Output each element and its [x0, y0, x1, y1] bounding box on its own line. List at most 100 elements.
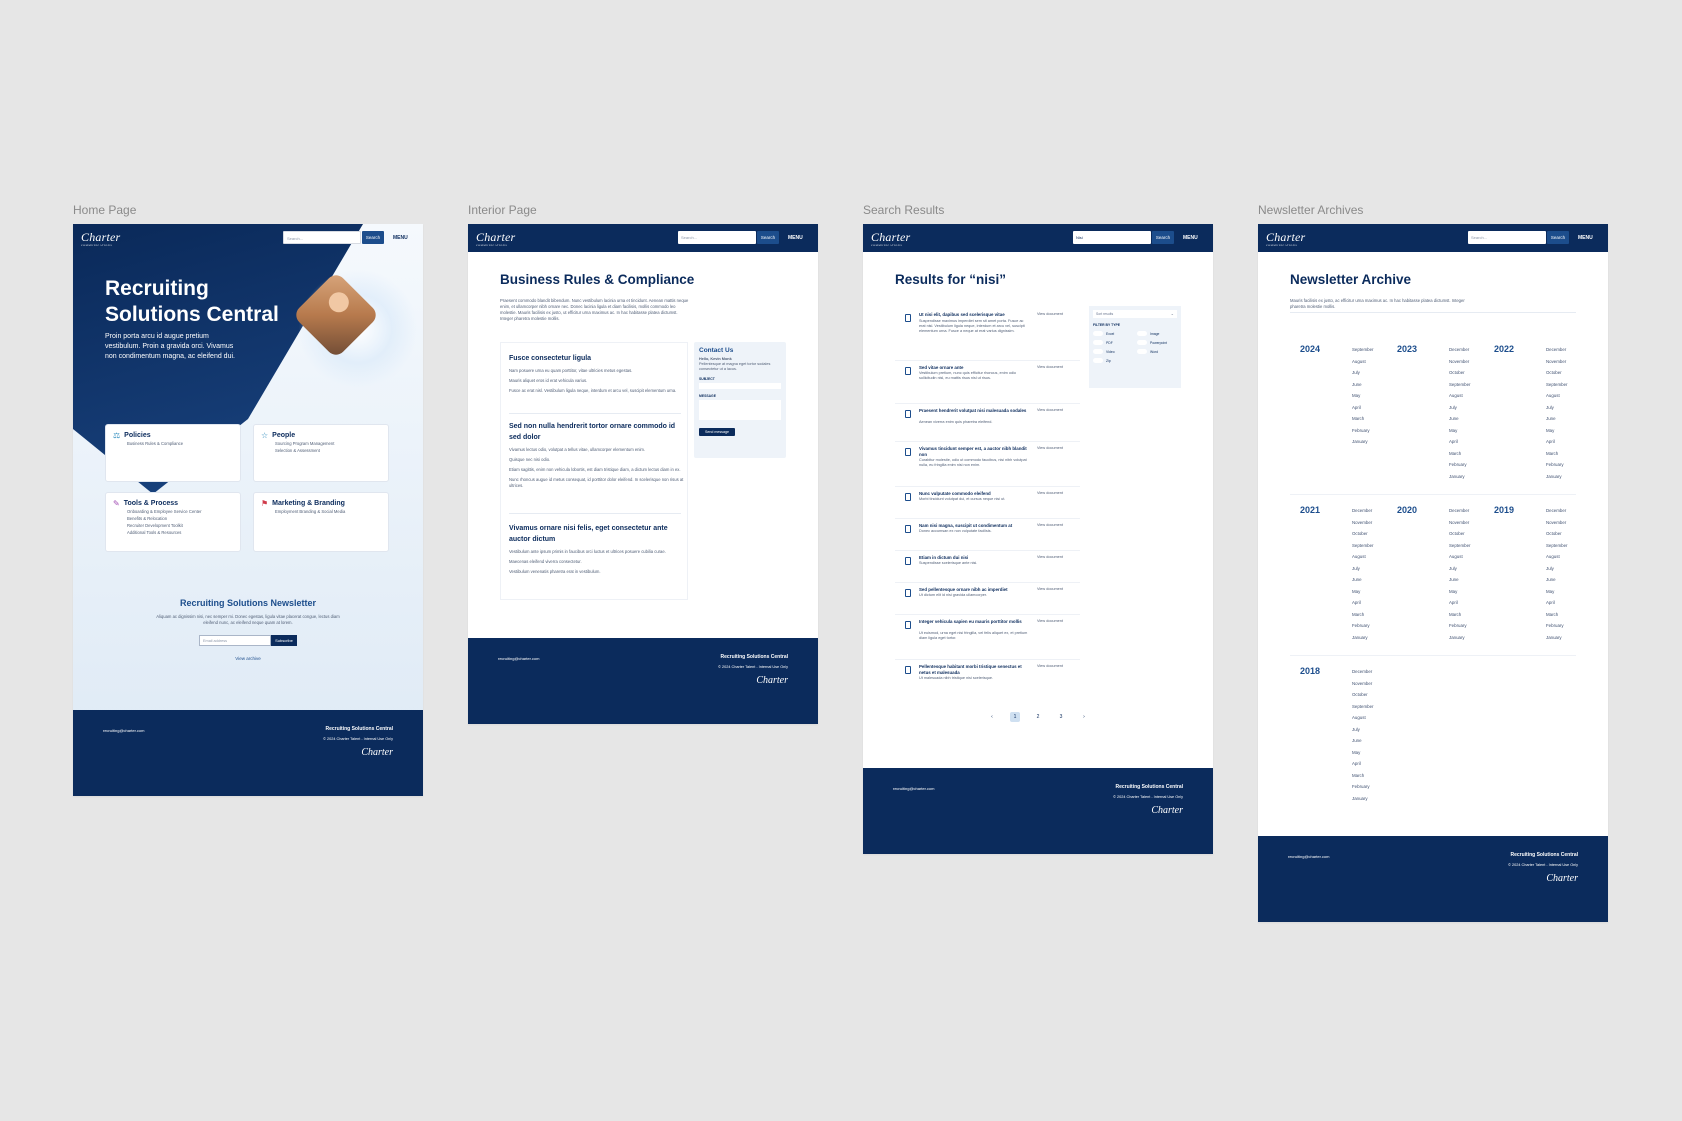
archive-month-link[interactable]: June — [1352, 735, 1373, 747]
result-title[interactable]: Nunc vulputate commodo eleifend — [919, 491, 1031, 497]
archive-month-link[interactable]: April — [1546, 597, 1567, 609]
card-link[interactable]: Recruiter Development Toolkit — [127, 522, 233, 529]
archive-month-link[interactable]: April — [1352, 402, 1373, 414]
archive-month-link[interactable]: January — [1449, 471, 1470, 483]
archive-month-link[interactable]: February — [1449, 459, 1470, 471]
archive-month-link[interactable]: October — [1449, 528, 1470, 540]
charter-logo[interactable]: Charter COMMUNICATIONS — [1266, 230, 1305, 247]
archive-month-link[interactable]: September — [1352, 701, 1373, 713]
archive-month-link[interactable]: February — [1352, 425, 1373, 437]
toggle-switch[interactable] — [1137, 349, 1147, 354]
result-title[interactable]: Ut nisi elit, dapibus sed scelerisque vi… — [919, 312, 1031, 318]
archive-month-link[interactable]: December — [1449, 344, 1470, 356]
card-marketing-branding[interactable]: ⚑ Marketing & Branding Employment Brandin… — [253, 492, 389, 552]
result-title[interactable]: Etiam in dictum dui nisi — [919, 555, 1031, 561]
filter-toggle[interactable]: Word — [1137, 349, 1177, 354]
archive-month-link[interactable]: June — [1352, 379, 1373, 391]
menu-button[interactable]: MENU — [1578, 235, 1593, 241]
filter-toggle[interactable]: Excel — [1093, 331, 1133, 336]
subscribe-button[interactable]: Subscribe — [271, 635, 297, 646]
archive-month-link[interactable]: March — [1352, 413, 1373, 425]
archive-month-link[interactable]: November — [1352, 517, 1373, 529]
archive-month-link[interactable]: March — [1546, 448, 1567, 460]
toggle-switch[interactable] — [1093, 349, 1103, 354]
card-tools-process[interactable]: ✎ Tools & Process Onboarding & Employee S… — [105, 492, 241, 552]
result-item[interactable]: Nam nisi magna, suscipit ut condimentum … — [895, 519, 1080, 551]
archive-month-link[interactable]: August — [1352, 551, 1373, 563]
filter-toggle[interactable]: Image — [1137, 331, 1177, 336]
search-button[interactable]: Search — [757, 231, 779, 244]
search-button[interactable]: Search — [1152, 231, 1174, 244]
filter-toggle[interactable]: Powerpoint — [1137, 340, 1177, 345]
toggle-switch[interactable] — [1093, 358, 1103, 363]
archive-month-link[interactable]: March — [1352, 770, 1373, 782]
archive-month-link[interactable]: June — [1449, 574, 1470, 586]
archive-month-link[interactable]: November — [1352, 678, 1373, 690]
archive-month-link[interactable]: May — [1352, 747, 1373, 759]
archive-month-link[interactable]: May — [1449, 586, 1470, 598]
toggle-switch[interactable] — [1093, 340, 1103, 345]
card-policies[interactable]: ⚖ Policies Business Rules & Compliance — [105, 424, 241, 482]
archive-month-link[interactable]: September — [1546, 540, 1567, 552]
result-item[interactable]: Sed vitae ornare ante Vestibulum pretium,… — [895, 361, 1080, 404]
result-item[interactable]: Praesent hendrerit volutpat nisi malesua… — [895, 404, 1080, 442]
archive-month-link[interactable]: August — [1449, 551, 1470, 563]
search-input[interactable]: Search... — [1468, 231, 1546, 244]
view-document-link[interactable]: View document — [1037, 664, 1063, 668]
card-people[interactable]: ☆ People Sourcing Program Management Sele… — [253, 424, 389, 482]
filter-toggle[interactable]: Zip — [1093, 358, 1133, 363]
archive-month-link[interactable]: November — [1449, 517, 1470, 529]
archive-month-link[interactable]: February — [1352, 781, 1373, 793]
archive-month-link[interactable]: May — [1546, 425, 1567, 437]
archive-month-link[interactable]: March — [1352, 609, 1373, 621]
search-button[interactable]: Search — [362, 231, 384, 244]
search-button[interactable]: Search — [1547, 231, 1569, 244]
archive-month-link[interactable]: September — [1449, 379, 1470, 391]
archive-month-link[interactable]: September — [1352, 540, 1373, 552]
archive-month-link[interactable]: October — [1546, 367, 1567, 379]
archive-month-link[interactable]: June — [1546, 413, 1567, 425]
card-link[interactable]: Business Rules & Compliance — [127, 440, 233, 447]
archive-month-link[interactable]: November — [1546, 517, 1567, 529]
archive-month-link[interactable]: October — [1449, 367, 1470, 379]
archive-month-link[interactable]: November — [1449, 356, 1470, 368]
menu-button[interactable]: MENU — [1183, 235, 1198, 241]
footer-email[interactable]: recruiting@charter.com — [103, 728, 144, 733]
archive-month-link[interactable]: July — [1546, 402, 1567, 414]
archive-month-link[interactable]: June — [1449, 413, 1470, 425]
card-link[interactable]: Sourcing Program Management — [275, 440, 381, 447]
result-title[interactable]: Sed vitae ornare ante — [919, 365, 1031, 371]
archive-month-link[interactable]: September — [1546, 379, 1567, 391]
archive-month-link[interactable]: April — [1449, 597, 1470, 609]
view-document-link[interactable]: View document — [1037, 312, 1063, 316]
archive-month-link[interactable]: August — [1546, 551, 1567, 563]
result-item[interactable]: Ut nisi elit, dapibus sed scelerisque vi… — [895, 308, 1080, 361]
result-title[interactable]: Sed pellentesque ornare nibh ac imperdie… — [919, 587, 1031, 593]
archive-month-link[interactable]: April — [1449, 436, 1470, 448]
archive-month-link[interactable]: March — [1449, 448, 1470, 460]
footer-email[interactable]: recruiting@charter.com — [498, 656, 539, 661]
archive-month-link[interactable]: July — [1352, 367, 1373, 379]
footer-logo[interactable]: Charter — [1546, 873, 1578, 884]
result-item[interactable]: Sed pellentesque ornare nibh ac imperdie… — [895, 583, 1080, 615]
card-link[interactable]: Benefits & Relocation — [127, 515, 233, 522]
result-title[interactable]: Integer vehicula sapien eu mauris portti… — [919, 619, 1031, 625]
filter-toggle[interactable]: Video — [1093, 349, 1133, 354]
archive-month-link[interactable]: December — [1449, 505, 1470, 517]
search-input[interactable]: Search... — [678, 231, 756, 244]
archive-month-link[interactable]: August — [1352, 356, 1373, 368]
archive-month-link[interactable]: December — [1546, 344, 1567, 356]
archive-month-link[interactable]: August — [1449, 390, 1470, 402]
archive-month-link[interactable]: October — [1352, 689, 1373, 701]
archive-month-link[interactable]: October — [1546, 528, 1567, 540]
view-document-link[interactable]: View document — [1037, 523, 1063, 527]
archive-month-link[interactable]: July — [1449, 563, 1470, 575]
archive-month-link[interactable]: April — [1546, 436, 1567, 448]
archive-month-link[interactable]: January — [1352, 793, 1373, 805]
result-title[interactable]: Nam nisi magna, suscipit ut condimentum … — [919, 523, 1031, 529]
footer-logo[interactable]: Charter — [1151, 805, 1183, 816]
charter-logo[interactable]: Charter COMMUNICATIONS — [871, 230, 910, 247]
result-item[interactable]: Pellentesque habitant morbi tristique se… — [895, 660, 1080, 690]
send-message-button[interactable]: Send message — [699, 428, 735, 436]
archive-month-link[interactable]: February — [1352, 620, 1373, 632]
